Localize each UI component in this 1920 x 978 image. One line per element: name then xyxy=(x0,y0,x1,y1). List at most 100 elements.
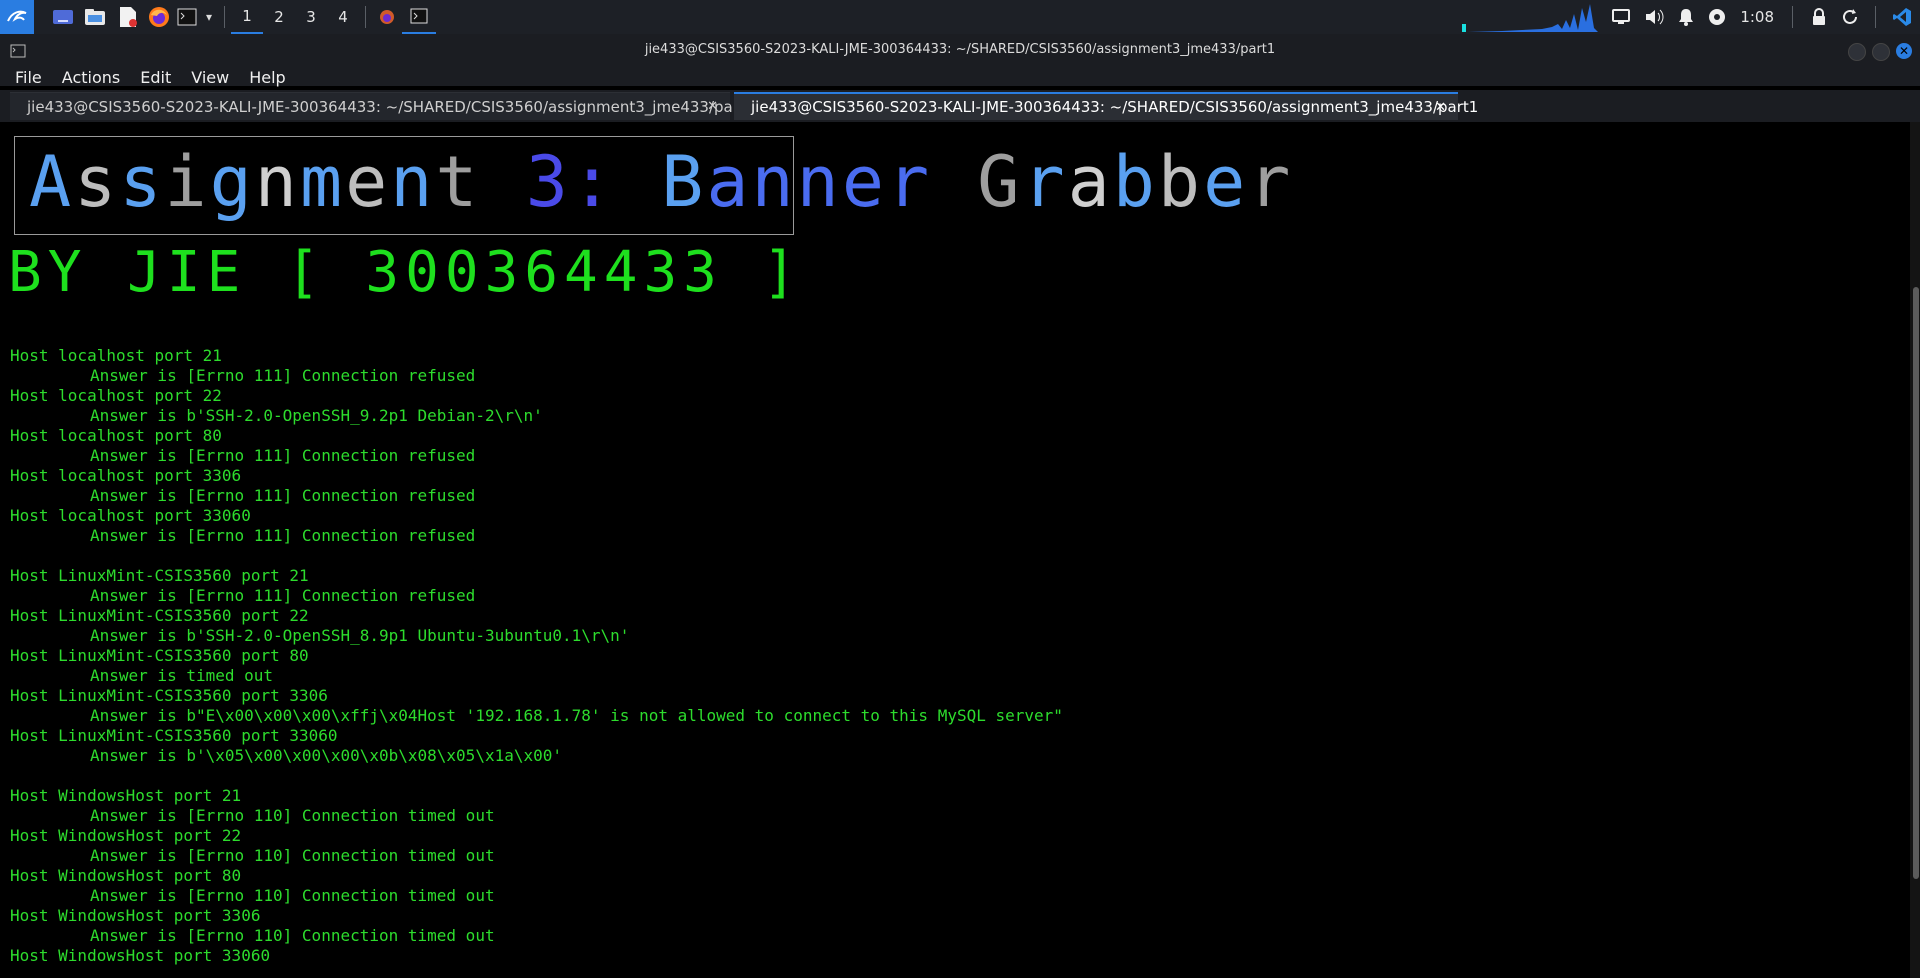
menu-help[interactable]: Help xyxy=(249,68,285,87)
answer-line: Answer is [Errno 111] Connection refused xyxy=(90,366,476,385)
tab-bar: jie433@CSIS3560-S2023-KALI-JME-300364433… xyxy=(0,90,1920,122)
host-line: Host LinuxMint-CSIS3560 port 3306 xyxy=(10,686,328,705)
menu-actions[interactable]: Actions xyxy=(62,68,120,87)
banner-char xyxy=(932,141,977,223)
host-line: Host LinuxMint-CSIS3560 port 21 xyxy=(10,566,309,585)
clock[interactable]: 1:08 xyxy=(1740,8,1774,26)
lock-icon[interactable] xyxy=(1811,8,1827,26)
terminal-window-icon[interactable] xyxy=(402,0,436,34)
answer-line: Answer is [Errno 110] Connection timed o… xyxy=(90,846,495,865)
answer-line: Answer is [Errno 111] Connection refused xyxy=(90,526,476,545)
system-tray: 1:08 xyxy=(1462,0,1920,34)
banner-char: n xyxy=(390,141,436,223)
chevron-down-icon[interactable]: ▾ xyxy=(200,0,218,34)
host-line: Host WindowsHost port 33060 xyxy=(10,946,271,965)
host-line: Host WindowsHost port 80 xyxy=(10,866,242,885)
close-tab-icon[interactable]: ✕ xyxy=(1435,100,1446,115)
banner-char: : xyxy=(570,141,617,223)
panel-separator xyxy=(1792,6,1793,28)
banner-char: r xyxy=(886,141,933,223)
tab-label: jie433@CSIS3560-S2023-KALI-JME-300364433… xyxy=(27,97,755,116)
panel-separator xyxy=(365,6,366,28)
scrollbar-thumb[interactable] xyxy=(1913,287,1919,879)
terminal-output-area[interactable]: Assignment 3: Banner Grabber BY JIE [ 30… xyxy=(0,122,1910,978)
banner-char: e xyxy=(841,141,887,223)
answer-line: Answer is [Errno 111] Connection refused xyxy=(90,446,476,465)
host-line: Host WindowsHost port 21 xyxy=(10,786,242,805)
answer-line: Answer is [Errno 110] Connection timed o… xyxy=(90,806,495,825)
answer-line: Answer is timed out xyxy=(90,666,274,685)
close-icon: ✕ xyxy=(1898,44,1910,58)
close-tab-icon[interactable]: ✕ xyxy=(707,99,718,114)
tab-terminal-2[interactable]: jie433@CSIS3560-S2023-KALI-JME-300364433… xyxy=(734,92,1478,120)
close-window-button[interactable]: ✕ xyxy=(1896,43,1912,59)
display-icon[interactable] xyxy=(1612,9,1631,25)
menu-view[interactable]: View xyxy=(191,68,229,87)
firefox-window-icon[interactable] xyxy=(372,0,402,34)
host-line: Host WindowsHost port 3306 xyxy=(10,906,261,925)
menu-edit[interactable]: Edit xyxy=(140,68,171,87)
text-editor-icon[interactable] xyxy=(112,0,144,34)
answer-line: Answer is b'SSH-2.0-OpenSSH_8.9p1 Ubuntu… xyxy=(90,626,630,645)
tab-terminal-1[interactable]: jie433@CSIS3560-S2023-KALI-JME-300364433… xyxy=(10,92,754,120)
banner-char: a xyxy=(1067,141,1113,223)
workspace-2[interactable]: 2 xyxy=(263,0,295,34)
banner-char: s xyxy=(119,141,165,223)
banner-char xyxy=(616,141,661,223)
panel-separator xyxy=(224,6,225,28)
banner-char: r xyxy=(1022,141,1068,223)
banner-char: r xyxy=(1248,141,1294,223)
window-titlebar: jie433@CSIS3560-S2023-KALI-JME-300364433… xyxy=(0,34,1920,68)
refresh-icon[interactable] xyxy=(1841,8,1859,26)
answer-line: Answer is [Errno 111] Connection refused xyxy=(90,486,476,505)
banner-title: Assignment 3: Banner Grabber xyxy=(29,141,1293,223)
banner-byline: BY JIE [ 300364433 ] xyxy=(8,240,803,305)
host-line: Host localhost port 22 xyxy=(10,386,222,405)
terminal-scrollbar[interactable] xyxy=(1910,122,1920,978)
show-desktop-icon[interactable] xyxy=(48,0,78,34)
maximize-button[interactable] xyxy=(1872,43,1890,61)
vscode-icon[interactable] xyxy=(1892,7,1912,27)
workspace-1[interactable]: 1 xyxy=(231,0,263,34)
host-line: Host LinuxMint-CSIS3560 port 80 xyxy=(10,646,309,665)
host-line: Host localhost port 33060 xyxy=(10,506,251,525)
power-indicator-icon[interactable] xyxy=(1708,8,1726,26)
file-manager-icon[interactable] xyxy=(78,0,112,34)
banner-char: B xyxy=(661,141,707,223)
kali-menu-icon[interactable] xyxy=(0,0,34,34)
banner-char: s xyxy=(74,141,120,223)
banner-char: b xyxy=(1112,141,1158,223)
window-title: jie433@CSIS3560-S2023-KALI-JME-300364433… xyxy=(644,42,1276,57)
firefox-icon[interactable] xyxy=(144,0,174,34)
banner-char: b xyxy=(1157,141,1204,223)
terminal-icon[interactable] xyxy=(174,0,200,34)
banner-char: A xyxy=(29,141,75,223)
host-line: Host localhost port 80 xyxy=(10,426,222,445)
volume-icon[interactable] xyxy=(1644,8,1664,26)
host-line: Host WindowsHost port 22 xyxy=(10,826,242,845)
banner-char: m xyxy=(299,141,346,223)
banner-char: g xyxy=(209,141,255,223)
minimize-button[interactable] xyxy=(1848,43,1866,61)
banner-char: i xyxy=(164,141,210,223)
workspace-3[interactable]: 3 xyxy=(295,0,327,34)
notification-bell-icon[interactable] xyxy=(1678,8,1694,26)
answer-line: Answer is [Errno 110] Connection timed o… xyxy=(90,886,495,905)
scan-output: Host localhost port 21 Answer is [Errno 1… xyxy=(10,346,1063,966)
tab-label: jie433@CSIS3560-S2023-KALI-JME-300364433… xyxy=(751,98,1479,116)
banner-char: e xyxy=(345,141,391,223)
answer-line: Answer is b"E\x00\x00\x00\xffj\x04Host '… xyxy=(90,706,1063,725)
menu-file[interactable]: File xyxy=(15,68,42,87)
top-panel: ▾ 1 2 3 4 1:08 xyxy=(0,0,1920,34)
banner-char: n xyxy=(254,141,300,223)
host-line: Host LinuxMint-CSIS3560 port 22 xyxy=(10,606,309,625)
banner-char: t xyxy=(435,141,481,223)
host-line: Host localhost port 3306 xyxy=(10,466,242,485)
host-line: Host localhost port 21 xyxy=(10,346,222,365)
host-line: Host LinuxMint-CSIS3560 port 33060 xyxy=(10,726,338,745)
answer-line: Answer is [Errno 110] Connection timed o… xyxy=(90,926,495,945)
workspace-4[interactable]: 4 xyxy=(327,0,359,34)
banner-char: a xyxy=(706,141,752,223)
